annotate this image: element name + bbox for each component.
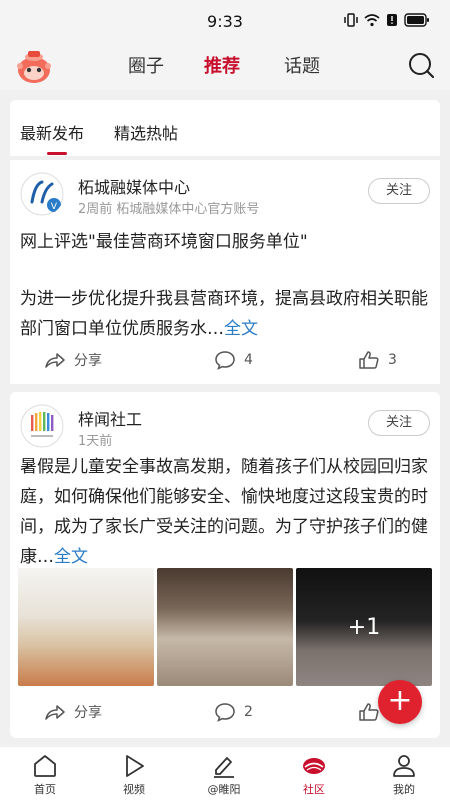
full-text-link[interactable]: 全文 (224, 319, 258, 339)
post-card[interactable]: 梓闻社工 1天前 关注 暑假是儿童安全事故高发期，随着孩子们从校园回归家庭，如何… (10, 392, 440, 738)
post-image-grid: +1 (18, 568, 432, 686)
sub-tabs: 最新发布 精选热帖 (10, 100, 440, 156)
feed: 最新发布 精选热帖 V 柘城融媒体中心 2周前 柘城融媒体中心官方账号 关注 网… (10, 100, 440, 738)
post-body[interactable]: 暑假是儿童安全事故高发期，随着孩子们从校园回归家庭，如何确保他们能够安全、愉快地… (20, 452, 430, 572)
search-button[interactable] (406, 50, 436, 80)
wifi-icon (364, 14, 380, 27)
active-tab-indicator (47, 152, 67, 155)
nav-video-label: 视频 (123, 783, 145, 796)
post-image[interactable] (157, 568, 293, 686)
subtab-hot[interactable]: 精选热帖 (114, 120, 178, 144)
post-meta: 2周前 柘城融媒体中心官方账号 (78, 202, 260, 217)
author-avatar[interactable] (20, 404, 64, 448)
share-button[interactable]: 分享 (44, 350, 102, 370)
system-icons (344, 13, 430, 27)
home-icon (34, 755, 56, 777)
edit-icon (214, 757, 234, 778)
user-icon (393, 755, 415, 777)
nav-video[interactable]: 视频 (104, 753, 164, 797)
share-button[interactable]: 分享 (44, 702, 102, 722)
battery-icon (404, 13, 429, 27)
nav-mine[interactable]: 我的 (374, 753, 434, 797)
post-title[interactable]: 网上评选"最佳营商环境窗口服务单位" (20, 228, 430, 256)
nav-community-label: 社区 (303, 783, 325, 796)
nav-community[interactable]: 社区 (284, 753, 344, 797)
thumbs-up-icon (359, 703, 379, 721)
share-icon (45, 353, 65, 368)
thumbs-up-icon (359, 351, 379, 369)
nav-home[interactable]: 首页 (15, 753, 75, 797)
share-icon (45, 705, 65, 720)
top-nav: 圈子 推荐 话题 (0, 44, 450, 90)
mascot-avatar-icon[interactable] (14, 46, 54, 86)
tab-recommend[interactable]: 推荐 (204, 52, 240, 78)
follow-button[interactable]: 关注 (368, 178, 430, 204)
comment-button[interactable]: 2 (214, 702, 253, 722)
share-label: 分享 (74, 353, 102, 369)
nav-suiyang-label: @睢阳 (207, 783, 241, 796)
vibrate-icon (344, 13, 358, 27)
full-text-link[interactable]: 全文 (54, 547, 88, 567)
post-card[interactable]: V 柘城融媒体中心 2周前 柘城融媒体中心官方账号 关注 网上评选"最佳营商环境… (10, 160, 440, 384)
comment-button[interactable]: 4 (214, 350, 253, 370)
post-actions: 分享 4 3 (10, 346, 440, 376)
like-button[interactable]: 3 (358, 350, 397, 370)
tab-topic[interactable]: 话题 (284, 52, 320, 78)
comment-count: 2 (244, 704, 253, 720)
follow-button[interactable]: 关注 (368, 410, 430, 436)
share-label: 分享 (74, 705, 102, 721)
author-name[interactable]: 柘城融媒体中心 (78, 174, 190, 198)
more-images-count: +1 (296, 568, 432, 686)
play-icon (126, 755, 144, 777)
svg-text:V: V (51, 202, 58, 212)
bottom-nav: 首页 视频 @睢阳 社区 我的 (0, 746, 450, 800)
post-body[interactable]: 为进一步优化提升我县营商环境，提高县政府相关职能部门窗口单位优质服务水…全文 (20, 284, 430, 344)
comment-icon (215, 703, 235, 722)
comment-count: 4 (244, 352, 253, 368)
create-post-button[interactable]: + (378, 680, 422, 724)
status-bar: 9:33 (0, 0, 450, 44)
nav-suiyang[interactable]: @睢阳 (194, 753, 254, 797)
search-icon (409, 53, 435, 79)
subtab-latest[interactable]: 最新发布 (20, 120, 84, 144)
nav-home-label: 首页 (34, 783, 56, 796)
tab-circle[interactable]: 圈子 (128, 52, 164, 78)
post-image[interactable]: +1 (296, 568, 432, 686)
author-avatar[interactable]: V (20, 172, 64, 216)
like-count: 3 (388, 352, 397, 368)
author-name[interactable]: 梓闻社工 (78, 406, 142, 430)
post-meta: 1天前 (78, 434, 113, 449)
post-actions: 分享 2 点 (10, 698, 440, 728)
comment-icon (215, 351, 235, 370)
community-icon (303, 758, 325, 774)
alert-icon (387, 14, 397, 26)
nav-mine-label: 我的 (393, 783, 415, 796)
post-image[interactable] (18, 568, 154, 686)
